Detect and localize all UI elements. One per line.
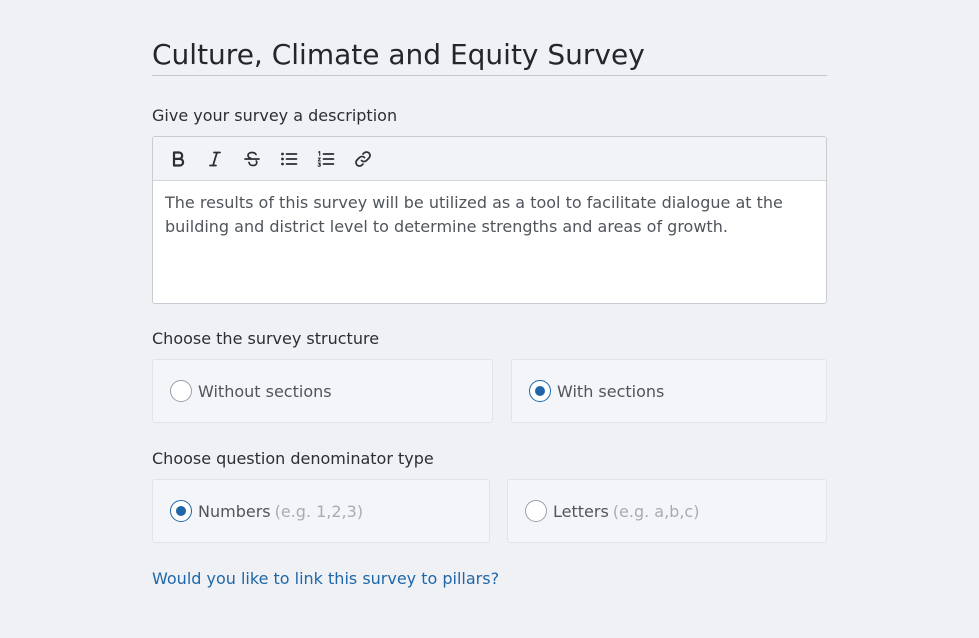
option-label: Numbers (e.g. 1,2,3) — [198, 502, 363, 521]
radio-without-sections[interactable] — [170, 380, 192, 402]
strikethrough-icon — [244, 151, 260, 166]
denominator-label: Choose question denominator type — [152, 449, 434, 468]
bulleted-list-button[interactable] — [276, 146, 302, 172]
option-label-text: Numbers — [198, 501, 271, 521]
description-textarea[interactable]: The results of this survey will be utili… — [153, 181, 826, 239]
link-icon — [355, 150, 371, 167]
radio-letters[interactable] — [525, 500, 547, 522]
option-hint: (e.g. 1,2,3) — [274, 501, 364, 521]
structure-label: Choose the survey structure — [152, 329, 380, 348]
bold-button[interactable] — [165, 146, 191, 172]
option-with-sections[interactable]: With sections — [511, 359, 827, 423]
option-without-sections[interactable]: Without sections — [152, 359, 493, 423]
option-letters[interactable]: Letters (e.g. a,b,c) — [507, 479, 827, 543]
option-numbers[interactable]: Numbers (e.g. 1,2,3) — [152, 479, 490, 543]
strikethrough-button[interactable] — [239, 146, 265, 172]
numbered-list-button[interactable] — [313, 146, 339, 172]
option-label: With sections — [557, 381, 665, 401]
bold-icon — [172, 150, 185, 167]
description-label: Give your survey a description — [152, 106, 398, 125]
italic-button[interactable] — [202, 146, 228, 172]
link-button[interactable] — [350, 146, 376, 172]
option-label: Without sections — [198, 381, 332, 401]
numbered-list-icon — [317, 150, 335, 167]
option-label-text: Letters — [553, 501, 609, 521]
editor-toolbar — [153, 137, 826, 181]
radio-with-sections[interactable] — [529, 380, 551, 402]
option-label: Letters (e.g. a,b,c) — [553, 502, 699, 521]
description-editor: The results of this survey will be utili… — [152, 136, 827, 304]
survey-title-input[interactable]: Culture, Climate and Equity Survey — [152, 36, 827, 76]
option-hint: (e.g. a,b,c) — [612, 501, 700, 521]
bulleted-list-icon — [281, 152, 298, 165]
link-survey-to-pillars[interactable]: Would you like to link this survey to pi… — [152, 569, 499, 589]
page-background: Culture, Climate and Equity Survey Give … — [0, 0, 979, 638]
italic-icon — [209, 151, 221, 166]
radio-numbers[interactable] — [170, 500, 192, 522]
